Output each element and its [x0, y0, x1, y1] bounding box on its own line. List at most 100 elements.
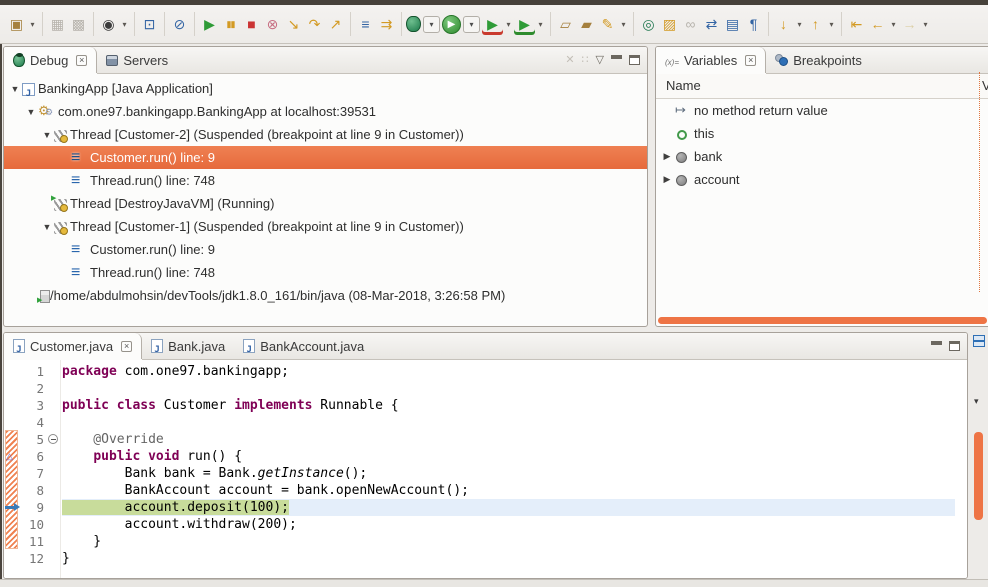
search-icon[interactable]: ◎: [638, 14, 659, 35]
view-menu-icon[interactable]: ▽: [596, 55, 604, 66]
highlighter-caret-icon[interactable]: ▾: [618, 20, 629, 29]
minimize-editor-icon[interactable]: [931, 341, 942, 345]
variable-row[interactable]: no method return value: [656, 99, 988, 122]
tab-debug[interactable]: Debug×: [4, 47, 97, 73]
step-return-icon[interactable]: ↗: [325, 14, 346, 35]
link-with-editor-icon[interactable]: ⇄: [701, 14, 722, 35]
debug-tree-row[interactable]: /home/abdulmohsin/devTools/jdk1.8.0_161/…: [4, 284, 647, 307]
variable-row[interactable]: ▶bank: [656, 145, 988, 168]
restore-view-icon[interactable]: [973, 335, 984, 346]
code-line[interactable]: BankAccount account = bank.openNewAccoun…: [62, 482, 955, 499]
tab-bankaccount-java[interactable]: BankAccount.java: [234, 333, 373, 359]
close-tab-icon[interactable]: ×: [76, 55, 87, 66]
remove-all-terminated-icon[interactable]: ✕: [565, 55, 574, 66]
debug-icon[interactable]: [406, 16, 421, 32]
maximize-view-icon[interactable]: [629, 55, 640, 65]
code-line[interactable]: }: [62, 550, 955, 567]
code-line[interactable]: public class Customer implements Runnabl…: [62, 397, 955, 414]
profile-icon[interactable]: ▶: [514, 14, 535, 35]
code-line[interactable]: [62, 380, 955, 397]
previous-annotation-caret-icon[interactable]: ▾: [826, 20, 837, 29]
run-to-line-icon[interactable]: ⇉: [376, 14, 397, 35]
debug-tree-row[interactable]: ▼BankingApp [Java Application]: [4, 77, 647, 100]
code-editor[interactable]: △ 123456789101112 package com.one97.bank…: [4, 360, 967, 578]
variable-row[interactable]: this: [656, 122, 988, 145]
terminate-icon[interactable]: ■: [241, 14, 262, 35]
tree-expander-icon[interactable]: ▼: [40, 130, 54, 140]
suspend-icon[interactable]: ▮▮: [220, 14, 241, 35]
debug-tree-row[interactable]: ▼Thread [Customer-1] (Suspended (breakpo…: [4, 215, 647, 238]
skip-all-breakpoints-icon[interactable]: ⊘: [169, 14, 190, 35]
back-icon[interactable]: ←: [867, 14, 888, 35]
code-line[interactable]: public void run() {: [62, 448, 955, 465]
highlighter-icon[interactable]: ✎: [597, 14, 618, 35]
run-dropdown-icon[interactable]: ▾: [463, 16, 480, 33]
new-wizard-caret-icon[interactable]: ▾: [27, 20, 38, 29]
save-icon[interactable]: ▦: [47, 14, 68, 35]
tab-breakpoints[interactable]: Breakpoints: [766, 47, 871, 73]
debug-tree-row[interactable]: Customer.run() line: 9: [4, 146, 647, 169]
column-header-value[interactable]: Value: [982, 78, 988, 93]
tree-expander-icon[interactable]: ▼: [8, 84, 22, 94]
synchronize-icon[interactable]: ∞: [680, 14, 701, 35]
code-line[interactable]: account.withdraw(200);: [62, 516, 955, 533]
vertical-scrollbar-thumb[interactable]: [974, 432, 983, 520]
tree-expander-icon[interactable]: ▶: [660, 151, 674, 162]
profile-caret-icon[interactable]: ▾: [535, 20, 546, 29]
minimize-view-icon[interactable]: [611, 55, 622, 59]
current-debug-line[interactable]: account.deposit(100);: [62, 499, 955, 516]
debug-tree-row[interactable]: Thread.run() line: 748: [4, 261, 647, 284]
forward-icon[interactable]: →: [899, 14, 920, 35]
open-resource-icon[interactable]: ▰: [576, 14, 597, 35]
code-line[interactable]: package com.one97.bankingapp;: [62, 363, 955, 380]
back-caret-icon[interactable]: ▾: [888, 20, 899, 29]
tab-variables[interactable]: Variables×: [656, 47, 766, 73]
step-over-icon[interactable]: ↷: [304, 14, 325, 35]
coverage-icon[interactable]: ▶: [482, 14, 503, 35]
code-line[interactable]: }: [62, 533, 955, 550]
debug-tree-row[interactable]: Customer.run() line: 9: [4, 238, 647, 261]
debug-tree-row[interactable]: Thread.run() line: 748: [4, 169, 647, 192]
close-tab-icon[interactable]: ×: [745, 55, 756, 66]
code-text[interactable]: package com.one97.bankingapp; public clas…: [62, 363, 955, 567]
tab-customer-java[interactable]: Customer.java×: [4, 333, 142, 359]
column-divider[interactable]: [979, 72, 980, 292]
run-icon[interactable]: ▶: [442, 15, 461, 34]
coverage-caret-icon[interactable]: ▾: [503, 20, 514, 29]
debug-dropdown-icon[interactable]: ▾: [423, 16, 440, 33]
show-whitespace-icon[interactable]: ¶: [743, 14, 764, 35]
tree-expander-icon[interactable]: ▶: [660, 174, 674, 185]
save-all-icon[interactable]: ▩: [68, 14, 89, 35]
previous-annotation-icon[interactable]: ↑: [805, 14, 826, 35]
disconnect-icon[interactable]: ⊗: [262, 14, 283, 35]
horizontal-scrollbar-thumb[interactable]: [658, 317, 987, 324]
tab-bank-java[interactable]: Bank.java: [142, 333, 234, 359]
code-line[interactable]: Bank bank = Bank.getInstance();: [62, 465, 955, 482]
next-annotation-icon[interactable]: ↓: [773, 14, 794, 35]
column-header-name[interactable]: Name: [666, 78, 701, 93]
overview-marker-icon[interactable]: ▾: [974, 396, 979, 407]
next-annotation-caret-icon[interactable]: ▾: [794, 20, 805, 29]
variable-row[interactable]: ▶account: [656, 168, 988, 191]
tree-expander-icon[interactable]: ▼: [40, 222, 54, 232]
mark-occurrences-icon[interactable]: ▨: [659, 14, 680, 35]
code-line[interactable]: @Override: [62, 431, 955, 448]
step-into-icon[interactable]: ↘: [283, 14, 304, 35]
forward-caret-icon[interactable]: ▾: [920, 20, 931, 29]
last-edit-location-icon[interactable]: ⇤: [846, 14, 867, 35]
user-account-caret-icon[interactable]: ▾: [119, 20, 130, 29]
debug-tree-row[interactable]: ▼Thread [Customer-2] (Suspended (breakpo…: [4, 123, 647, 146]
tab-servers[interactable]: Servers: [97, 47, 177, 73]
group-elements-icon[interactable]: ∷: [582, 55, 589, 66]
new-wizard-icon[interactable]: ▣: [6, 14, 27, 35]
debug-tree-row[interactable]: ▼com.one97.bankingapp.BankingApp at loca…: [4, 100, 647, 123]
use-step-filters-icon[interactable]: ≡: [355, 14, 376, 35]
user-account-icon[interactable]: ◉: [98, 14, 119, 35]
code-line[interactable]: [62, 414, 955, 431]
debug-tree-row[interactable]: Thread [DestroyJavaVM] (Running): [4, 192, 647, 215]
fold-collapse-icon[interactable]: [48, 434, 58, 444]
close-tab-icon[interactable]: ×: [121, 341, 132, 352]
resume-icon[interactable]: ▶: [199, 14, 220, 35]
show-source-icon[interactable]: ▤: [722, 14, 743, 35]
open-console-icon[interactable]: ⊡: [139, 14, 160, 35]
